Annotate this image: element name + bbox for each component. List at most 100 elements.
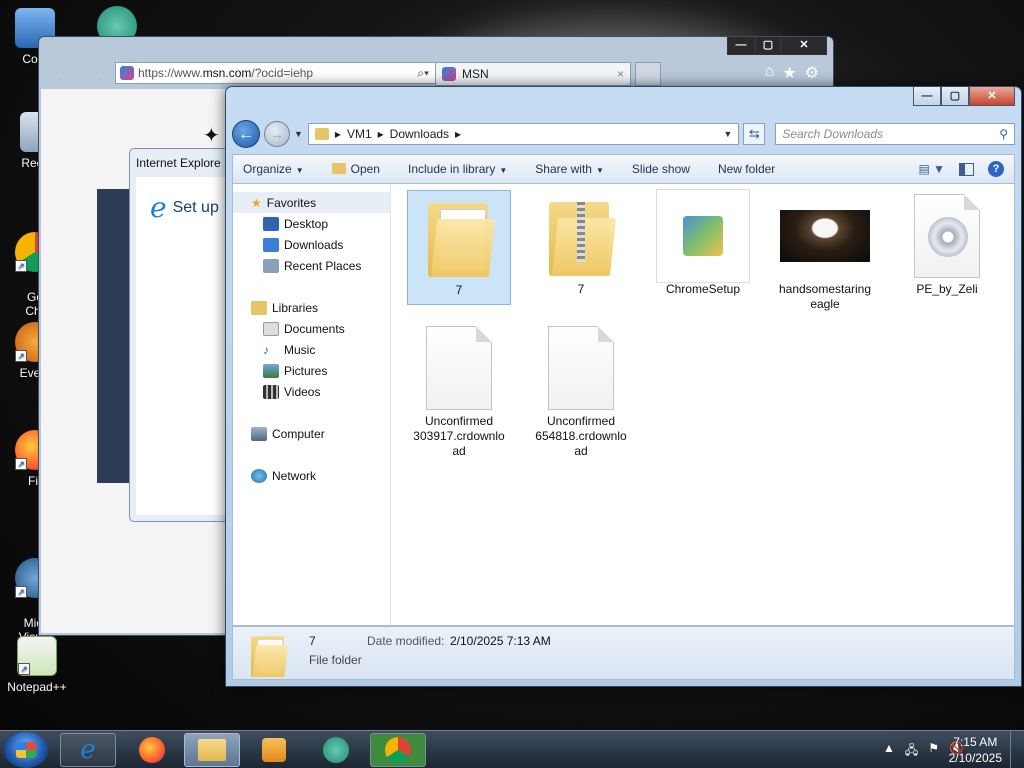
file-item-unconfirmed-303917[interactable]: Unconfirmed 303917.crdownlo ad xyxy=(407,322,511,459)
file-item-folder-7[interactable]: 7 xyxy=(407,190,511,305)
address-dropdown-icon[interactable]: ▼ xyxy=(723,129,732,139)
file-item-zip-7[interactable]: 7 xyxy=(529,190,633,297)
settings-gear-icon[interactable]: ⚙ xyxy=(805,63,819,83)
organize-label: Organize xyxy=(243,162,292,176)
zip-folder-icon xyxy=(549,196,617,276)
explorer-body: ★ Favorites Desktop Downloads Recent Plac… xyxy=(232,184,1015,626)
ie-titlebar[interactable]: — ▢ ✕ ← → https://www.msn.com/?ocid=iehp… xyxy=(39,37,833,89)
nav-label: Documents xyxy=(284,321,345,336)
file-item-pe-by-zeli[interactable]: PE_by_Zeli xyxy=(895,190,999,297)
breadcrumb-separator-icon[interactable]: ▸ xyxy=(335,127,341,141)
home-icon[interactable]: ⌂ xyxy=(765,63,775,83)
forward-button[interactable]: → xyxy=(263,121,290,147)
explorer-minimize-button[interactable]: — xyxy=(913,87,941,106)
taskbar-ie[interactable]: e xyxy=(60,733,116,767)
ie-maximize-button[interactable]: ▢ xyxy=(755,37,781,55)
desktop-icon-notepadpp[interactable]: ↗ Notepad++ xyxy=(2,636,72,694)
dialog-content: e Set up xyxy=(136,177,238,515)
taskbar-media[interactable] xyxy=(246,733,302,767)
music-icon: ♪ xyxy=(263,342,269,357)
search-icon[interactable]: ⚲ xyxy=(999,127,1008,141)
nav-recent-places[interactable]: Recent Places xyxy=(233,255,390,276)
recent-places-icon xyxy=(263,258,279,273)
disc-image-icon xyxy=(914,194,980,278)
desktop-icon xyxy=(263,216,279,231)
slide-show-button[interactable]: Slide show xyxy=(632,162,690,176)
clock[interactable]: 7:15 AM 2/10/2025 xyxy=(949,734,1002,766)
explorer-nav-row: ← → ▼ ▸ VM1 ▸ Downloads ▸ ▼ ⇆ Search Dow… xyxy=(232,120,1015,148)
file-item-chromesetup[interactable]: ChromeSetup xyxy=(651,189,755,297)
folder-icon xyxy=(428,197,496,277)
ie-close-button[interactable]: ✕ xyxy=(781,37,827,55)
explorer-close-button[interactable]: ✕ xyxy=(969,87,1015,106)
windows-logo-icon xyxy=(16,742,36,758)
start-button[interactable] xyxy=(4,732,48,768)
nav-favorites[interactable]: ★ Favorites xyxy=(233,192,390,213)
search-input[interactable]: Search Downloads ⚲ xyxy=(775,123,1015,145)
nav-pictures[interactable]: Pictures xyxy=(233,360,390,381)
nav-documents[interactable]: Documents xyxy=(233,318,390,339)
share-label: Share with xyxy=(535,162,592,176)
new-folder-button[interactable]: New folder xyxy=(718,162,775,176)
taskbar-explorer[interactable] xyxy=(184,733,240,767)
back-button[interactable]: ← xyxy=(232,120,260,148)
nav-network[interactable]: Network xyxy=(233,465,390,486)
details-type: File folder xyxy=(309,653,362,667)
help-icon[interactable]: ? xyxy=(988,161,1004,177)
share-with-button[interactable]: Share with ▼ xyxy=(535,162,604,176)
nav-libraries[interactable]: Libraries xyxy=(233,297,390,318)
nav-label: Music xyxy=(284,342,316,357)
nav-label: Desktop xyxy=(284,216,329,231)
details-pane: 7 File folder Date modified: 2/10/2025 7… xyxy=(232,626,1015,680)
file-name: handsomestaring eagle xyxy=(778,282,872,311)
file-list: 7 7 ChromeSetup handsomestaring eagle PE… xyxy=(391,184,1014,625)
ie-new-tab-button[interactable] xyxy=(635,62,661,86)
change-view-icon[interactable]: ▤ ▼ xyxy=(918,162,945,176)
ie-url[interactable]: https://www.msn.com/?ocid=iehp xyxy=(138,66,413,80)
breadcrumb-separator-icon[interactable]: ▸ xyxy=(455,127,461,141)
nav-computer[interactable]: Computer xyxy=(233,423,390,444)
nav-downloads[interactable]: Downloads xyxy=(233,234,390,255)
breadcrumb-downloads[interactable]: Downloads xyxy=(390,127,449,141)
file-name: 7 xyxy=(455,283,463,297)
organize-button[interactable]: Organize ▼ xyxy=(243,162,304,176)
folder-icon xyxy=(251,633,288,677)
nav-videos[interactable]: Videos xyxy=(233,381,390,402)
show-hidden-icons-icon[interactable]: ▲ xyxy=(883,741,895,762)
taskbar-chrome-remote[interactable] xyxy=(308,733,364,767)
favorites-star-icon[interactable]: ★ xyxy=(782,63,796,83)
ie-tab-msn[interactable]: MSN × xyxy=(435,62,631,86)
nav-label: Downloads xyxy=(284,237,344,252)
file-name: ChromeSetup xyxy=(665,282,741,296)
ie-minimize-button[interactable]: — xyxy=(727,37,755,55)
breadcrumb-vm1[interactable]: VM1 xyxy=(347,127,372,141)
action-center-icon[interactable]: ⚑ xyxy=(928,741,939,762)
open-button[interactable]: Open xyxy=(331,162,380,176)
ie-setup-dialog[interactable]: Internet Explore e Set up xyxy=(129,148,239,522)
show-desktop-button[interactable] xyxy=(1010,731,1024,768)
taskbar-firefox[interactable] xyxy=(124,733,180,767)
explorer-maximize-button[interactable]: ▢ xyxy=(941,87,969,106)
refresh-button[interactable]: ⇆ xyxy=(743,123,766,145)
nav-label: Computer xyxy=(272,426,325,441)
taskbar-chrome[interactable] xyxy=(370,733,426,767)
file-item-eagle-image[interactable]: handsomestaring eagle xyxy=(773,190,877,312)
nav-music[interactable]: ♪ Music xyxy=(233,339,390,360)
include-in-library-button[interactable]: Include in library ▼ xyxy=(408,162,507,176)
explorer-window[interactable]: — ▢ ✕ ← → ▼ ▸ VM1 ▸ Downloads ▸ ▼ ⇆ Sear… xyxy=(225,86,1022,687)
ie-forward-button[interactable]: → xyxy=(83,61,109,83)
breadcrumb[interactable]: ▸ VM1 ▸ Downloads ▸ ▼ xyxy=(307,123,740,145)
open-label: Open xyxy=(350,162,380,176)
chevron-down-icon: ▼ xyxy=(499,166,508,175)
nav-desktop[interactable]: Desktop xyxy=(233,213,390,234)
search-icon[interactable]: ⌕▾ xyxy=(417,66,429,81)
ie-back-button[interactable]: ← xyxy=(51,61,77,83)
tab-close-icon[interactable]: × xyxy=(617,67,624,81)
file-item-unconfirmed-654818[interactable]: Unconfirmed 654818.crdownlo ad xyxy=(529,322,633,459)
breadcrumb-separator-icon[interactable]: ▸ xyxy=(378,127,384,141)
network-tray-icon[interactable]: 🖧 xyxy=(905,741,918,762)
history-dropdown-icon[interactable]: ▼ xyxy=(294,129,304,139)
eagle-thumbnail-icon xyxy=(780,210,870,262)
preview-pane-icon[interactable] xyxy=(959,162,974,176)
ie-address-bar[interactable]: https://www.msn.com/?ocid=iehp ⌕▾ 🔒 ↻ xyxy=(115,62,467,84)
